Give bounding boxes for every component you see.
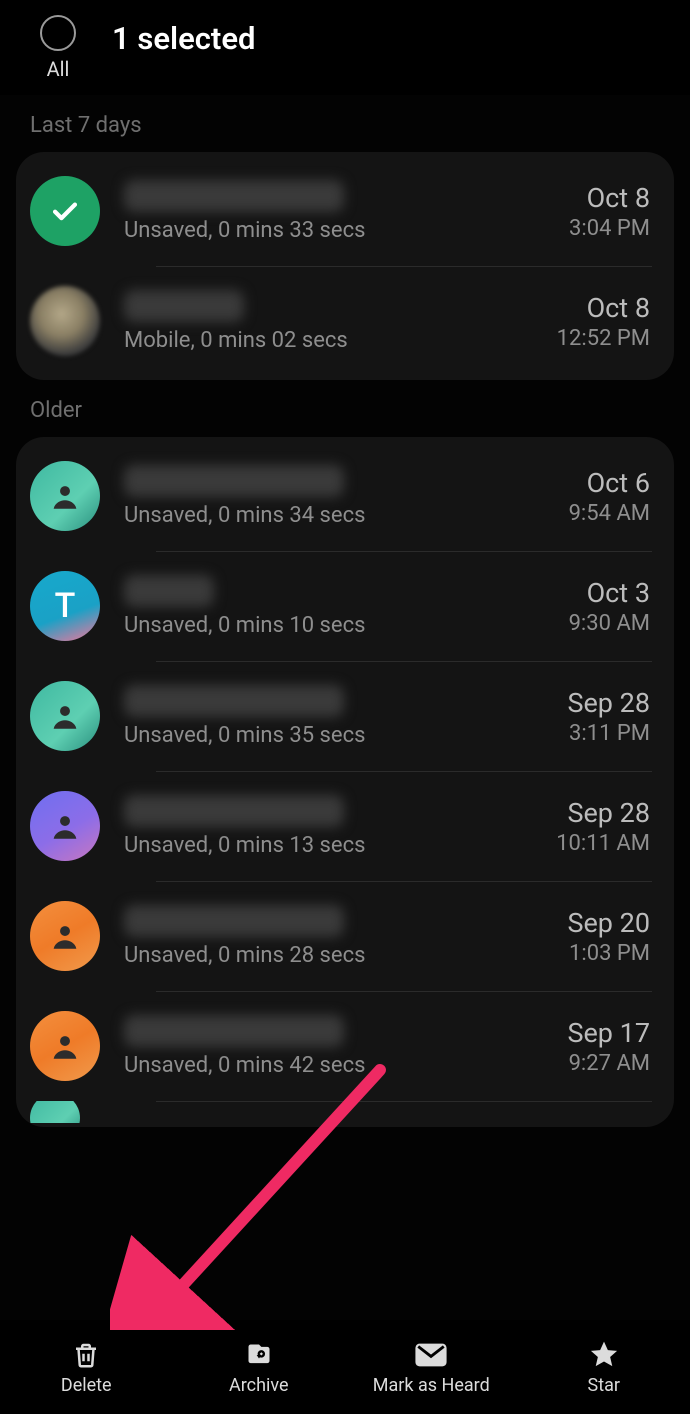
star-label: Star [588, 1375, 620, 1396]
mark-heard-label: Mark as Heard [373, 1375, 490, 1396]
row-meta: Unsaved, 0 mins 13 secs [124, 833, 556, 858]
selection-header: All 1 selected [0, 0, 690, 95]
row-datetime: Oct 3 9:30 AM [569, 577, 650, 636]
row-meta: Unsaved, 0 mins 10 secs [124, 613, 569, 638]
voicemail-row[interactable]: T Unsaved, 0 mins 10 secs Oct 3 9:30 AM [16, 551, 674, 661]
row-time: 9:30 AM [569, 611, 650, 636]
row-time: 9:27 AM [567, 1051, 650, 1076]
row-date: Sep 28 [567, 687, 650, 719]
row-main: Unsaved, 0 mins 34 secs [124, 465, 569, 528]
trash-icon [69, 1339, 103, 1371]
section-older-label: Older [16, 380, 674, 437]
voicemail-row[interactable]: Unsaved, 0 mins 42 secs Sep 17 9:27 AM [16, 991, 674, 1101]
row-date: Sep 20 [567, 907, 650, 939]
archive-button[interactable]: Archive [173, 1320, 346, 1414]
archive-label: Archive [229, 1375, 289, 1396]
delete-label: Delete [61, 1375, 112, 1396]
contact-avatar [30, 681, 100, 751]
row-date: Oct 3 [569, 577, 650, 609]
row-main: Unsaved, 0 mins 13 secs [124, 795, 556, 858]
row-date: Oct 6 [569, 467, 650, 499]
contact-avatar [30, 1011, 100, 1081]
row-main: Unsaved, 0 mins 35 secs [124, 685, 567, 748]
caller-name-redacted [124, 795, 344, 827]
star-button[interactable]: Star [518, 1320, 690, 1414]
envelope-icon [414, 1339, 448, 1371]
contact-avatar [30, 461, 100, 531]
row-datetime: Sep 28 3:11 PM [567, 687, 650, 746]
action-bar: Delete Archive Mark as Heard Star [0, 1320, 690, 1414]
voicemail-row[interactable]: Unsaved, 0 mins 33 secs Oct 8 3:04 PM [16, 156, 674, 266]
row-time: 9:54 AM [569, 501, 650, 526]
row-date: Oct 8 [569, 182, 650, 214]
row-date: Sep 17 [567, 1017, 650, 1049]
row-meta: Mobile, 0 mins 02 secs [124, 328, 557, 353]
selected-check-avatar [30, 176, 100, 246]
delete-button[interactable]: Delete [0, 1320, 173, 1414]
row-main: Unsaved, 0 mins 28 secs [124, 905, 567, 968]
row-time: 3:11 PM [567, 721, 650, 746]
voicemail-row[interactable]: Mobile, 0 mins 02 secs Oct 8 12:52 PM [16, 266, 674, 376]
person-icon [48, 699, 82, 733]
mark-heard-button[interactable]: Mark as Heard [345, 1320, 518, 1414]
select-all-circle-icon [40, 15, 76, 51]
caller-name-redacted [124, 685, 344, 717]
row-meta: Unsaved, 0 mins 42 secs [124, 1053, 567, 1078]
row-time: 3:04 PM [569, 216, 650, 241]
contact-avatar [30, 791, 100, 861]
row-datetime: Sep 28 10:11 AM [556, 797, 650, 856]
row-datetime: Sep 20 1:03 PM [567, 907, 650, 966]
caller-name-redacted [124, 905, 344, 937]
archive-icon [242, 1339, 276, 1371]
section-recent-label: Last 7 days [16, 95, 674, 152]
row-meta: Unsaved, 0 mins 34 secs [124, 503, 569, 528]
row-main: Unsaved, 0 mins 42 secs [124, 1015, 567, 1078]
caller-name-redacted [124, 290, 244, 322]
caller-name-redacted [124, 180, 344, 212]
person-icon [48, 479, 82, 513]
contact-avatar: T [30, 571, 100, 641]
row-meta: Unsaved, 0 mins 33 secs [124, 218, 569, 243]
contact-avatar [30, 286, 100, 356]
voicemail-row-partial[interactable] [16, 1101, 674, 1123]
row-datetime: Oct 6 9:54 AM [569, 467, 650, 526]
row-meta: Unsaved, 0 mins 28 secs [124, 943, 567, 968]
row-datetime: Oct 8 12:52 PM [557, 292, 650, 351]
caller-name-redacted [124, 465, 344, 497]
caller-name-redacted [124, 1015, 344, 1047]
voicemail-row[interactable]: Unsaved, 0 mins 35 secs Sep 28 3:11 PM [16, 661, 674, 771]
person-icon [48, 809, 82, 843]
row-meta: Unsaved, 0 mins 35 secs [124, 723, 567, 748]
voicemail-row[interactable]: Unsaved, 0 mins 13 secs Sep 28 10:11 AM [16, 771, 674, 881]
caller-name-redacted [124, 575, 214, 607]
contact-avatar [30, 1101, 80, 1123]
selection-title: 1 selected [112, 20, 255, 57]
person-icon [48, 919, 82, 953]
row-date: Oct 8 [557, 292, 650, 324]
row-main: Unsaved, 0 mins 33 secs [124, 180, 569, 243]
row-time: 12:52 PM [557, 326, 650, 351]
contact-avatar [30, 901, 100, 971]
recent-card: Unsaved, 0 mins 33 secs Oct 8 3:04 PM Mo… [16, 152, 674, 380]
row-main: Mobile, 0 mins 02 secs [124, 290, 557, 353]
row-time: 10:11 AM [556, 831, 650, 856]
row-date: Sep 28 [556, 797, 650, 829]
voicemail-row[interactable]: Unsaved, 0 mins 28 secs Sep 20 1:03 PM [16, 881, 674, 991]
row-main: Unsaved, 0 mins 10 secs [124, 575, 569, 638]
avatar-letter: T [55, 586, 76, 626]
checkmark-icon [48, 194, 82, 228]
star-icon [587, 1339, 621, 1371]
select-all-toggle[interactable]: All [40, 15, 76, 81]
row-time: 1:03 PM [567, 941, 650, 966]
person-icon [48, 1029, 82, 1063]
row-datetime: Sep 17 9:27 AM [567, 1017, 650, 1076]
voicemail-row[interactable]: Unsaved, 0 mins 34 secs Oct 6 9:54 AM [16, 441, 674, 551]
older-card: Unsaved, 0 mins 34 secs Oct 6 9:54 AM T … [16, 437, 674, 1127]
row-datetime: Oct 8 3:04 PM [569, 182, 650, 241]
select-all-label: All [47, 57, 70, 81]
